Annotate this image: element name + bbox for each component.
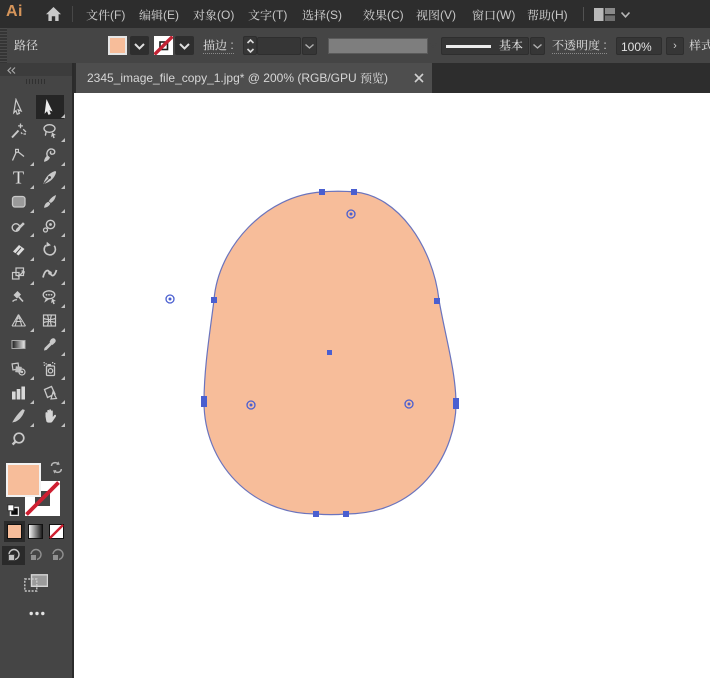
- svg-text:T: T: [13, 169, 24, 186]
